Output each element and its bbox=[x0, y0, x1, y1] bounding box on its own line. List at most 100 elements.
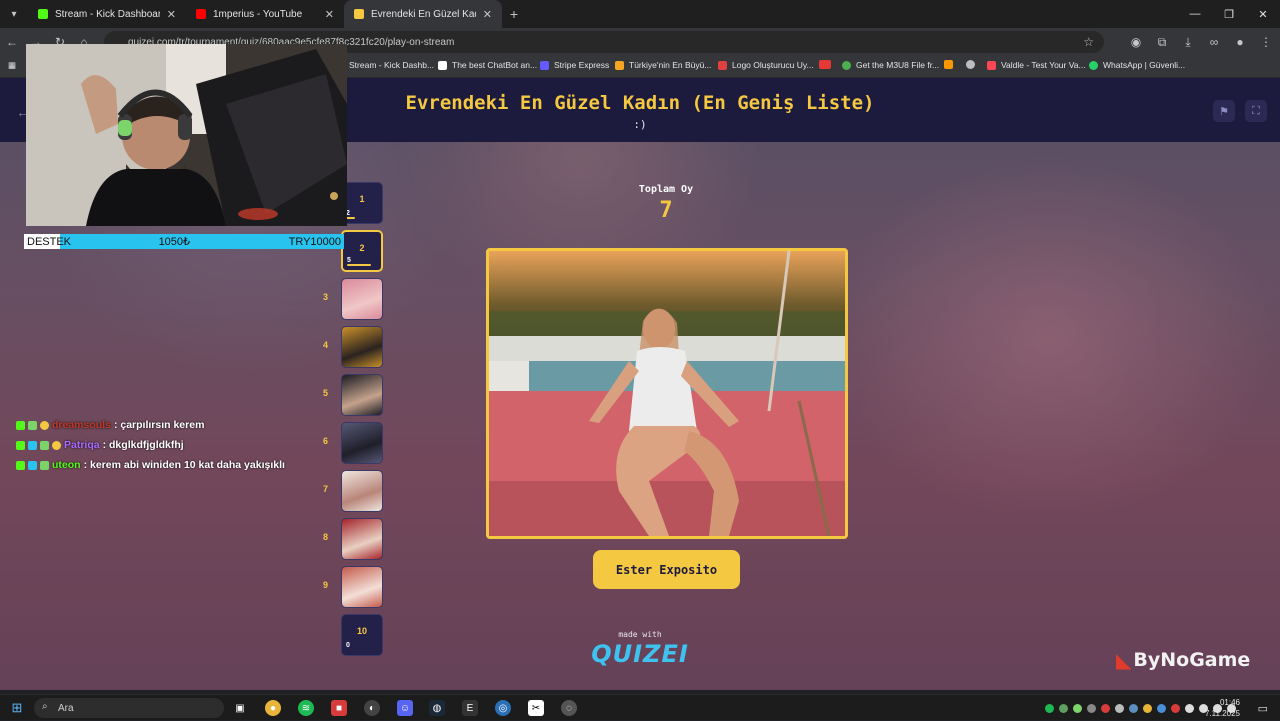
bookmark-star-icon[interactable]: ☆ bbox=[1083, 35, 1094, 49]
tray-chrome-icon[interactable] bbox=[1143, 703, 1152, 713]
contestant-photo[interactable] bbox=[486, 248, 848, 539]
ranking-row: 5 bbox=[320, 374, 390, 416]
link-icon[interactable]: ∞ bbox=[1206, 35, 1222, 49]
taskbar-clock[interactable]: 01:46 7.11.2025 bbox=[1205, 697, 1240, 719]
webcam-overlay bbox=[26, 44, 347, 226]
chat-message: Patriqa : dkglkdfjgldkfhj bbox=[16, 439, 336, 451]
fullscreen-icon[interactable]: ⛶ bbox=[1245, 100, 1267, 122]
contestant-name-button[interactable]: Ester Exposito bbox=[593, 550, 740, 589]
ranking-slot[interactable]: 10 0 bbox=[341, 614, 383, 656]
bookmark-item[interactable] bbox=[966, 60, 975, 69]
kick-badge-icon bbox=[16, 420, 25, 430]
tray-app-icon[interactable] bbox=[1115, 703, 1124, 713]
clock-date: 7.11.2025 bbox=[1205, 709, 1240, 718]
epic-games-icon[interactable]: E bbox=[462, 700, 478, 716]
coin-badge-icon bbox=[40, 420, 49, 430]
ranking-vote-bar bbox=[347, 264, 371, 266]
taskbar-search[interactable]: ⌕ Ara bbox=[34, 698, 224, 718]
stripe-icon bbox=[540, 60, 549, 70]
tray-spotify-icon[interactable] bbox=[1045, 703, 1054, 713]
destek-label: DESTEK bbox=[24, 234, 71, 249]
tab-search-chevron-icon[interactable]: ▾ bbox=[0, 0, 28, 28]
ranking-slot[interactable] bbox=[341, 470, 383, 512]
steam-icon[interactable]: ◍ bbox=[429, 700, 445, 716]
sparkle-badge-icon bbox=[28, 420, 37, 430]
tray-app-icon[interactable] bbox=[1101, 703, 1110, 713]
cast-icon[interactable]: ◉ bbox=[1128, 35, 1144, 49]
discord-icon[interactable]: ☺ bbox=[397, 700, 413, 716]
notification-icon[interactable]: ▭ bbox=[1258, 702, 1268, 715]
restore-icon[interactable]: ❐ bbox=[1212, 0, 1246, 28]
spotify-icon[interactable]: ≋ bbox=[298, 700, 314, 716]
bookmark-item[interactable]: Stripe Express bbox=[540, 60, 609, 70]
obs-icon[interactable]: ◐ bbox=[364, 700, 380, 716]
ranking-slot[interactable] bbox=[341, 518, 383, 560]
bookmark-item[interactable]: Get the M3U8 File fr... bbox=[842, 60, 939, 70]
ranking-vote-count: 0 bbox=[346, 642, 350, 649]
ranking-slot[interactable] bbox=[341, 326, 383, 368]
youtube-icon bbox=[196, 9, 206, 19]
chat-username: dreamsouls bbox=[52, 419, 111, 431]
back-icon[interactable]: ← bbox=[0, 35, 24, 49]
close-icon[interactable]: ✕ bbox=[325, 8, 334, 21]
minimize-icon[interactable]: — bbox=[1178, 0, 1212, 28]
task-view-icon[interactable]: ▣ bbox=[232, 700, 248, 716]
bookmark-label: WhatsApp | Güvenli... bbox=[1103, 60, 1186, 70]
tray-app-icon[interactable] bbox=[1059, 703, 1068, 713]
ranking-slot[interactable] bbox=[341, 278, 383, 320]
quizei-logo[interactable]: QUIZEI bbox=[560, 640, 720, 668]
apps-grid-icon[interactable]: ▦ bbox=[8, 60, 16, 71]
ranking-slot[interactable] bbox=[341, 374, 383, 416]
sparkle-badge-icon bbox=[40, 440, 49, 450]
bookmark-item[interactable]: The best ChatBot an... bbox=[438, 60, 537, 70]
ranking-slot[interactable] bbox=[341, 566, 383, 608]
flag-icon[interactable]: ⚑ bbox=[1213, 100, 1235, 122]
bookmark-item[interactable]: Logo Oluşturucu Uy... bbox=[718, 60, 814, 70]
app-blue-icon[interactable]: ◎ bbox=[495, 700, 511, 716]
tray-app-icon[interactable] bbox=[1157, 703, 1166, 713]
tab-youtube[interactable]: 1mperius - YouTube ✕ bbox=[186, 0, 344, 28]
tab-title: Evrendeki En Güzel Kadın (En G bbox=[371, 8, 476, 20]
ranking-slot[interactable] bbox=[341, 422, 383, 464]
bookmark-item[interactable] bbox=[819, 60, 831, 69]
tab-kick-dashboard[interactable]: Stream - Kick Dashboard ✕ bbox=[28, 0, 186, 28]
bookmark-label: Stripe Express bbox=[554, 60, 610, 70]
app-red-icon[interactable]: ■ bbox=[331, 700, 347, 716]
bookmark-label: The best ChatBot an... bbox=[452, 60, 538, 70]
ranking-slot[interactable]: 25 bbox=[341, 230, 383, 272]
windows-start-icon[interactable]: ⊞ bbox=[9, 700, 25, 716]
toolbar-actions: ◉ ⧉ ⤓ ∞ ● ⋮ bbox=[1128, 28, 1274, 56]
tray-app-icon[interactable] bbox=[1087, 703, 1096, 713]
capcut-icon[interactable]: ✂ bbox=[528, 700, 544, 716]
close-icon[interactable]: ✕ bbox=[483, 8, 492, 21]
bookmark-label: Türkiye'nin En Büyü... bbox=[629, 60, 712, 70]
menu-icon[interactable]: ⋮ bbox=[1258, 35, 1274, 49]
chat-message: dreamsouls : çarpılırsın kerem bbox=[16, 419, 336, 431]
logo-icon bbox=[718, 60, 727, 70]
ranking-thumbnail bbox=[342, 375, 382, 415]
ranking-slot[interactable]: 12 bbox=[341, 182, 383, 224]
extensions-icon[interactable]: ⧉ bbox=[1154, 35, 1170, 50]
bookmark-item[interactable] bbox=[944, 60, 953, 69]
ranking-row: 3 bbox=[320, 278, 390, 320]
bookmark-item[interactable]: Valdle - Test Your Va... bbox=[987, 60, 1086, 70]
tray-app-icon[interactable] bbox=[1171, 703, 1180, 713]
close-icon[interactable]: ✕ bbox=[167, 8, 176, 21]
tab-quizei[interactable]: Evrendeki En Güzel Kadın (En G ✕ bbox=[344, 0, 502, 28]
ranking-thumbnail bbox=[342, 471, 382, 511]
chrome-icon[interactable]: ● bbox=[265, 700, 281, 716]
bookmark-item[interactable]: Türkiye'nin En Büyü... bbox=[615, 60, 711, 70]
tray-app-icon[interactable] bbox=[1073, 703, 1082, 713]
app-gray-icon[interactable]: ◌ bbox=[561, 700, 577, 716]
close-window-icon[interactable]: ✕ bbox=[1246, 0, 1280, 28]
ranking-position: 9 bbox=[323, 580, 329, 590]
download-icon[interactable]: ⤓ bbox=[1180, 35, 1196, 50]
bookmark-item[interactable]: Stream - Kick Dashb... bbox=[349, 60, 434, 70]
new-tab-button[interactable]: + bbox=[502, 0, 526, 28]
ranking-row: 8 bbox=[320, 518, 390, 560]
profile-avatar[interactable]: ● bbox=[1232, 35, 1248, 49]
tray-app-icon[interactable] bbox=[1185, 703, 1194, 713]
quizei-icon bbox=[354, 9, 364, 19]
tray-steam-icon[interactable] bbox=[1129, 703, 1138, 713]
bookmark-item[interactable]: WhatsApp | Güvenli... bbox=[1089, 60, 1185, 70]
